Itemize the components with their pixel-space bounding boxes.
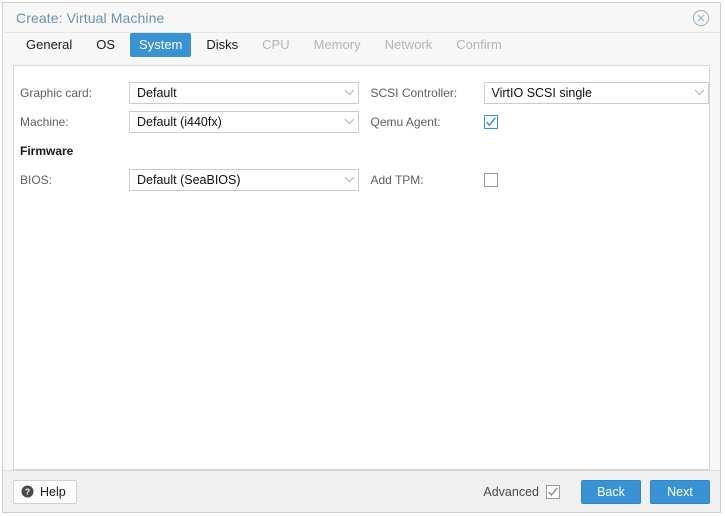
machine-label: Machine: (20, 114, 69, 129)
advanced-label: Advanced (483, 484, 539, 499)
graphic-card-value: Default (137, 85, 177, 100)
field-bios: BIOS: Default (SeaBIOS) (20, 165, 362, 194)
right-column-spacer (371, 136, 710, 165)
question-circle-icon: ? (21, 485, 34, 498)
next-button[interactable]: Next (650, 479, 710, 504)
help-button[interactable]: ? Help (13, 479, 77, 504)
form-column-left: Graphic card: Default Machine: Default (… (14, 78, 362, 194)
dialog-title: Create: Virtual Machine (16, 9, 165, 26)
checkmark-icon (485, 116, 496, 126)
checkmark-icon (548, 486, 558, 496)
tab-os[interactable]: OS (87, 33, 124, 57)
create-vm-dialog: Create: Virtual Machine General OS Syste… (2, 2, 721, 513)
chevron-down-icon (340, 118, 358, 125)
chevron-down-glyph (344, 89, 354, 96)
bios-label: BIOS: (20, 172, 53, 187)
add-tpm-checkbox[interactable] (483, 172, 498, 187)
scsi-controller-value: VirtIO SCSI single (491, 85, 593, 100)
system-form: Graphic card: Default Machine: Default (… (14, 66, 709, 194)
tab-memory: Memory (313, 37, 361, 52)
graphic-card-select[interactable]: Default (129, 81, 359, 104)
qemu-agent-label: Qemu Agent: (370, 114, 441, 129)
chevron-down-icon (690, 89, 708, 96)
tab-cpu: CPU (262, 37, 290, 52)
scsi-controller-label: SCSI Controller: (370, 85, 458, 100)
chevron-down-glyph (344, 118, 354, 125)
bios-select[interactable]: Default (SeaBIOS) (129, 168, 359, 191)
field-scsi-controller: SCSI Controller: VirtIO SCSI single (370, 78, 709, 107)
advanced-checkbox[interactable] (546, 484, 560, 499)
graphic-card-label: Graphic card: (20, 85, 93, 100)
question-circle-glyph: ? (21, 485, 34, 498)
field-qemu-agent: Qemu Agent: (371, 107, 710, 136)
chevron-down-icon (340, 176, 358, 183)
chevron-down-icon (340, 89, 358, 96)
firmware-section-heading-row: Firmware (20, 136, 362, 165)
wizard-tabs: General OS System Disks CPU Memory Netwo… (3, 33, 720, 65)
tab-disks[interactable]: Disks (197, 33, 247, 57)
add-tpm-label: Add TPM: (370, 172, 424, 187)
system-tab-panel: Graphic card: Default Machine: Default (… (13, 65, 710, 470)
help-button-label: Help (40, 484, 66, 499)
back-button[interactable]: Back (581, 479, 641, 504)
field-graphic-card: Graphic card: Default (20, 78, 362, 107)
tab-confirm: Confirm (456, 37, 502, 52)
form-column-right: SCSI Controller: VirtIO SCSI single Qemu… (362, 78, 710, 194)
field-machine: Machine: Default (i440fx) (20, 107, 362, 136)
close-circle-icon[interactable] (692, 9, 710, 27)
scsi-controller-select[interactable]: VirtIO SCSI single (483, 81, 709, 104)
dialog-titlebar: Create: Virtual Machine (3, 3, 720, 33)
machine-select[interactable]: Default (i440fx) (129, 110, 359, 133)
chevron-down-glyph (344, 176, 354, 183)
close-circle-glyph (692, 9, 710, 26)
chevron-down-glyph (694, 89, 704, 96)
advanced-toggle[interactable]: Advanced (483, 484, 560, 499)
bios-value: Default (SeaBIOS) (137, 172, 241, 187)
field-add-tpm: Add TPM: (371, 165, 710, 194)
svg-text:?: ? (25, 487, 30, 497)
tab-general[interactable]: General (17, 33, 81, 57)
tab-network: Network (384, 37, 433, 52)
dialog-footer: ? Help Advanced Back Next (3, 470, 720, 512)
tab-system[interactable]: System (130, 33, 192, 57)
qemu-agent-checkbox[interactable] (483, 114, 498, 129)
machine-value: Default (i440fx) (137, 114, 222, 129)
firmware-heading: Firmware (20, 143, 74, 158)
